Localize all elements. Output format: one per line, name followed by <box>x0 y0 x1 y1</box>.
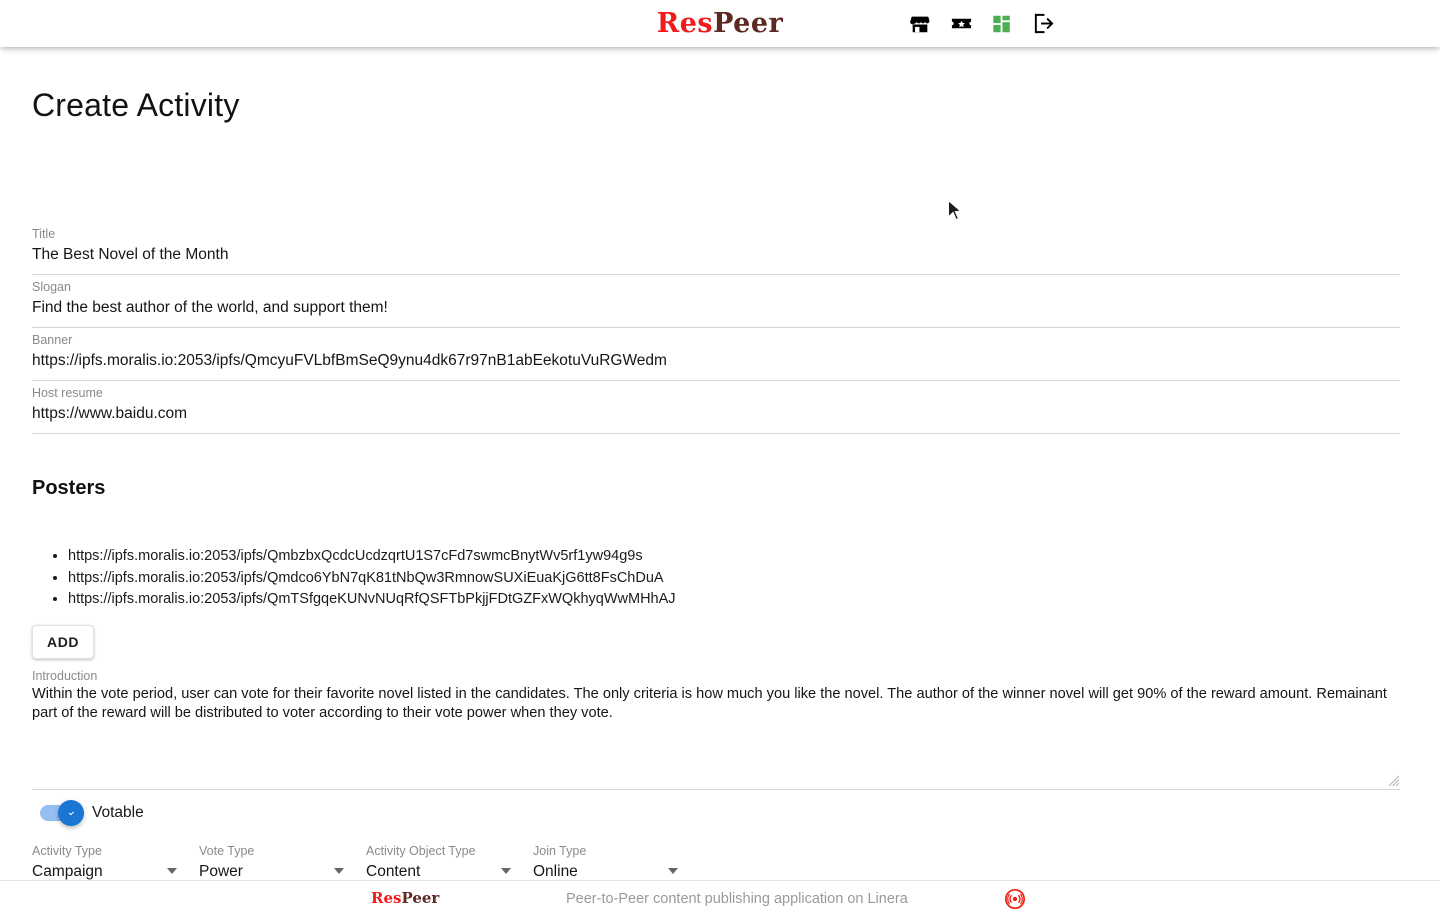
footer-logo[interactable]: ResPeer <box>371 891 439 906</box>
app-logo[interactable]: ResPeer <box>657 10 784 37</box>
introduction-text: Within the vote period, user can vote fo… <box>32 686 1387 721</box>
chevron-down-icon <box>501 868 511 874</box>
list-item[interactable]: https://ipfs.moralis.io:2053/ipfs/Qmdco6… <box>68 568 676 589</box>
add-poster-button[interactable]: ADD <box>32 625 95 659</box>
app-footer: ResPeer Peer-to-Peer content publishing … <box>0 880 1440 916</box>
ticket-star-icon[interactable] <box>949 12 973 36</box>
select-activity-object-type: Activity Object Type Content <box>366 844 517 880</box>
select-activity-object-type-label: Activity Object Type <box>366 844 476 858</box>
select-activity-type-value: Campaign <box>32 863 103 880</box>
select-activity-object-type-value: Content <box>366 863 421 880</box>
chevron-down-icon <box>167 868 177 874</box>
introduction-textarea[interactable]: Within the vote period, user can vote fo… <box>32 685 1400 790</box>
chevron-down-icon <box>334 868 344 874</box>
app-logo-suffix: Peer <box>713 8 784 39</box>
select-activity-type-control[interactable]: Campaign <box>32 861 183 880</box>
header-actions <box>908 0 1055 47</box>
select-join-type-label: Join Type <box>533 844 587 858</box>
banner-input[interactable]: https://ipfs.moralis.io:2053/ipfs/QmcyuF… <box>32 350 1400 381</box>
grid-apps-icon[interactable] <box>990 12 1014 36</box>
linera-logo-icon[interactable] <box>1005 888 1025 909</box>
field-banner: Banner https://ipfs.moralis.io:2053/ipfs… <box>32 333 1400 381</box>
app-logo-prefix: Res <box>656 8 714 39</box>
host-resume-input[interactable]: https://www.baidu.com <box>32 403 1400 434</box>
footer-logo-suffix: Peer <box>401 889 440 907</box>
select-activity-type: Activity Type Campaign <box>32 844 183 880</box>
field-introduction: Introduction Within the vote period, use… <box>32 669 1400 790</box>
field-banner-label: Banner <box>32 333 73 347</box>
field-host-resume: Host resume https://www.baidu.com <box>32 386 1400 434</box>
field-title-label: Title <box>32 227 56 241</box>
page-content: Create Activity Title The Best Novel of … <box>0 47 1440 880</box>
votable-toggle-knob <box>58 800 84 826</box>
footer-tagline: Peer-to-Peer content publishing applicat… <box>566 890 908 907</box>
select-activity-type-label: Activity Type <box>32 844 102 858</box>
title-input[interactable]: The Best Novel of the Month <box>32 244 1400 275</box>
select-vote-type-label: Vote Type <box>199 844 255 858</box>
posters-section-title: Posters <box>32 477 106 499</box>
field-title: Title The Best Novel of the Month <box>32 227 1400 275</box>
posters-list: https://ipfs.moralis.io:2053/ipfs/Qmbzbx… <box>32 546 676 611</box>
footer-logo-prefix: Res <box>371 889 402 907</box>
select-activity-object-type-control[interactable]: Content <box>366 861 517 880</box>
check-badge-icon <box>66 807 76 817</box>
textarea-resize-handle[interactable] <box>1388 775 1400 787</box>
mouse-cursor <box>947 199 963 221</box>
chevron-down-icon <box>668 868 678 874</box>
store-icon[interactable] <box>908 12 932 36</box>
logout-icon[interactable] <box>1031 12 1055 36</box>
page-title: Create Activity <box>32 87 240 123</box>
field-slogan-label: Slogan <box>32 280 71 294</box>
field-host-resume-label: Host resume <box>32 386 103 400</box>
field-introduction-label: Introduction <box>32 669 98 683</box>
app-header: ResPeer <box>0 0 1440 47</box>
list-item[interactable]: https://ipfs.moralis.io:2053/ipfs/Qmbzbx… <box>68 546 676 567</box>
select-join-type: Join Type Online <box>533 844 684 880</box>
select-join-type-control[interactable]: Online <box>533 861 684 880</box>
field-slogan: Slogan Find the best author of the world… <box>32 280 1400 328</box>
list-item[interactable]: https://ipfs.moralis.io:2053/ipfs/QmTSfg… <box>68 589 676 610</box>
votable-toggle-row: Votable <box>40 800 144 826</box>
select-vote-type-control[interactable]: Power <box>199 861 350 880</box>
votable-label: Votable <box>92 804 144 821</box>
slogan-input[interactable]: Find the best author of the world, and s… <box>32 297 1400 328</box>
select-vote-type: Vote Type Power <box>199 844 350 880</box>
select-join-type-value: Online <box>533 863 578 880</box>
votable-toggle[interactable] <box>40 800 84 826</box>
select-vote-type-value: Power <box>199 863 243 880</box>
